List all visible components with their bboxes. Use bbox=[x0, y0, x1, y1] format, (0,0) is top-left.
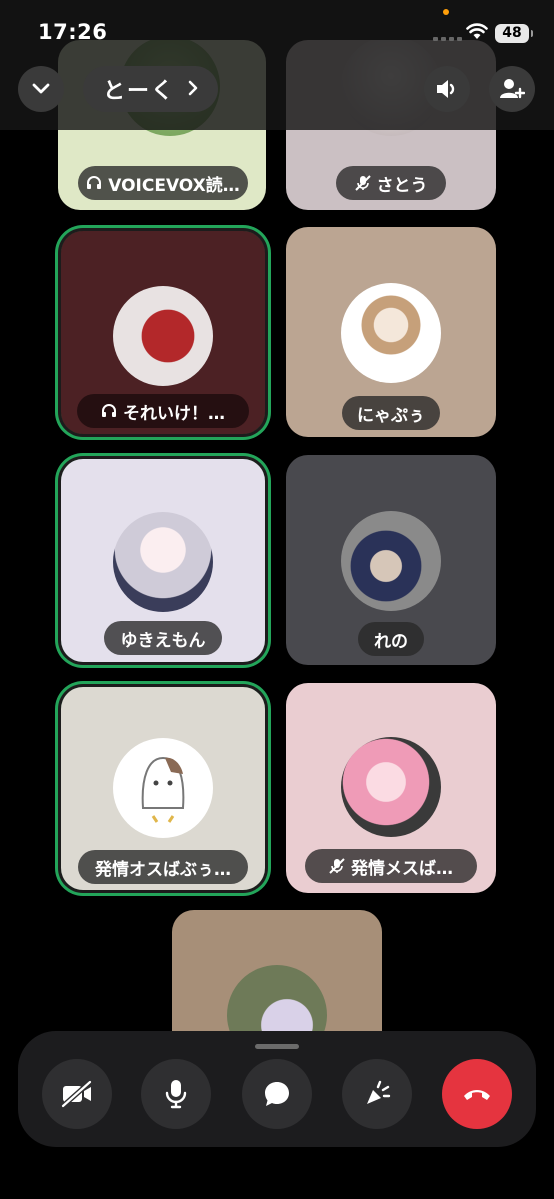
participant-name: VOICEVOX読… bbox=[108, 175, 240, 196]
headphones-icon bbox=[87, 176, 102, 189]
end-call-button[interactable] bbox=[442, 1059, 512, 1129]
battery-indicator: 48 bbox=[495, 24, 533, 43]
participant-name-pill: VOICEVOX読… bbox=[78, 166, 248, 200]
wifi-icon bbox=[466, 23, 488, 39]
participant-tile[interactable]: 発情メスば… bbox=[286, 683, 496, 893]
status-time: 17:26 bbox=[38, 20, 108, 44]
call-controls-bar bbox=[18, 1031, 536, 1147]
mic-muted-icon bbox=[329, 858, 345, 874]
participant-name: れの bbox=[374, 631, 408, 652]
microphone-toggle-button[interactable] bbox=[141, 1059, 211, 1129]
participant-tile[interactable]: れの bbox=[286, 455, 496, 665]
soundboard-button[interactable] bbox=[342, 1059, 412, 1129]
avatar bbox=[113, 512, 213, 612]
collapse-button[interactable] bbox=[18, 66, 64, 112]
avatar bbox=[341, 283, 441, 383]
privacy-indicator-dot bbox=[443, 9, 449, 15]
participant-name: ゆきえもん bbox=[120, 630, 206, 651]
avatar bbox=[113, 286, 213, 386]
mic-muted-icon bbox=[354, 175, 371, 191]
avatar bbox=[341, 511, 441, 611]
avatar bbox=[341, 737, 441, 837]
participant-name-pill: ゆきえもん bbox=[104, 621, 222, 655]
headphones-icon bbox=[102, 404, 116, 417]
participant-name: 発情オスばぶぅ… bbox=[95, 859, 231, 880]
participant-name-pill: 発情メスば… bbox=[305, 849, 477, 883]
add-user-icon bbox=[500, 79, 525, 99]
drag-handle[interactable] bbox=[255, 1044, 299, 1049]
participant-name: 発情メスば… bbox=[351, 858, 453, 879]
cellular-signal-icon bbox=[433, 37, 462, 41]
channel-name: とーく bbox=[103, 79, 176, 104]
camera-toggle-button[interactable] bbox=[42, 1059, 112, 1129]
participant-tile-speaking[interactable]: 発情オスばぶぅ… bbox=[61, 687, 265, 890]
participant-name: にゃぷぅ bbox=[357, 405, 425, 426]
participant-name-pill: れの bbox=[358, 622, 424, 656]
chat-bubble-icon bbox=[265, 1082, 289, 1106]
participant-name: さとう bbox=[376, 175, 428, 196]
participant-name-pill: 発情オスばぶぅ… bbox=[78, 850, 248, 884]
avatar bbox=[113, 738, 213, 838]
participant-name-pill: にゃぷぅ bbox=[342, 396, 440, 430]
participant-name-pill: それいけ！… bbox=[77, 394, 249, 428]
invite-button[interactable] bbox=[489, 66, 535, 112]
camera-off-icon bbox=[61, 1080, 92, 1108]
chat-button[interactable] bbox=[242, 1059, 312, 1129]
speaker-icon bbox=[437, 80, 455, 98]
chevron-down-icon bbox=[32, 83, 50, 94]
soundboard-icon bbox=[367, 1080, 391, 1104]
channel-name-button[interactable]: とーく bbox=[83, 66, 218, 112]
chevron-right-icon bbox=[188, 80, 198, 96]
end-call-icon bbox=[464, 1090, 490, 1100]
participant-tile-speaking[interactable]: ゆきえもん bbox=[61, 459, 265, 662]
microphone-icon bbox=[165, 1080, 187, 1109]
participant-name: それいけ！… bbox=[123, 403, 225, 424]
ghost-mascot-icon bbox=[141, 756, 185, 823]
participant-tile[interactable]: にゃぷぅ bbox=[286, 227, 496, 437]
speaker-output-button[interactable] bbox=[424, 66, 470, 112]
participant-tile-speaking[interactable]: それいけ！… bbox=[61, 231, 265, 434]
participant-name-pill: さとう bbox=[336, 166, 446, 200]
status-bar: 17:26 48 bbox=[0, 0, 554, 62]
